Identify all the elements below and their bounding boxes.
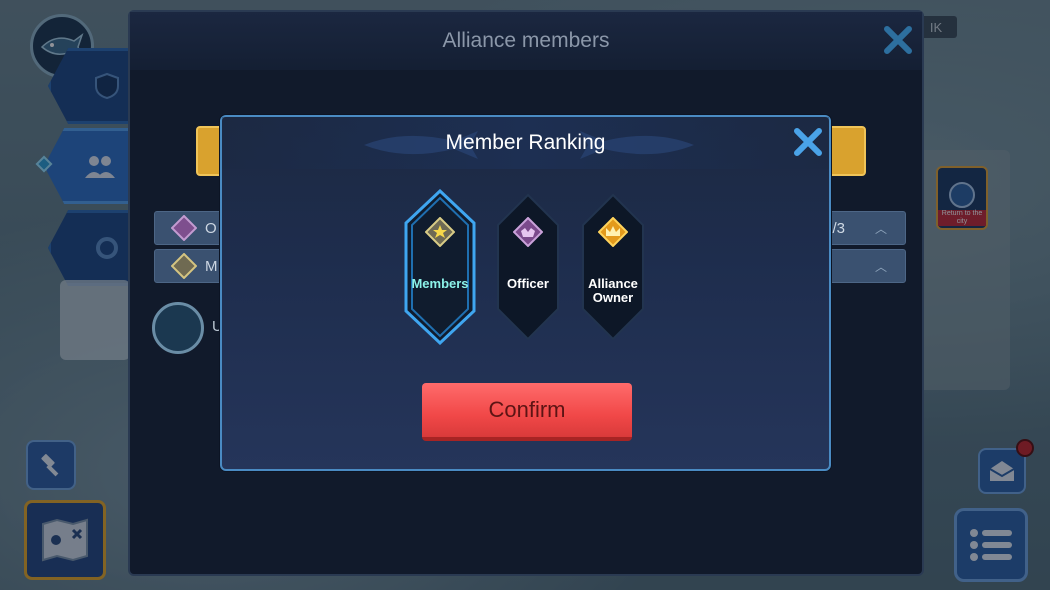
officer-rank-icon bbox=[171, 215, 197, 241]
ranking-modal-title: Member Ranking bbox=[445, 131, 606, 154]
ranking-modal-header: Member Ranking bbox=[222, 117, 829, 169]
star-rank-icon bbox=[171, 253, 197, 279]
hexagon-frame bbox=[497, 193, 559, 341]
officer-rank-icon bbox=[513, 217, 543, 247]
chevron-up-icon: ︿ bbox=[874, 259, 887, 274]
rank-option-label: Officer bbox=[507, 276, 549, 291]
row-label: O bbox=[205, 219, 217, 237]
gold-tab-right bbox=[826, 126, 866, 176]
alliance-window-title: Alliance members bbox=[442, 29, 610, 52]
rank-option-alliance-owner[interactable]: Alliance Owner bbox=[577, 189, 649, 345]
close-icon bbox=[794, 128, 822, 156]
member-ranking-modal: Member Ranking Members Officer Alliance … bbox=[220, 115, 831, 471]
alliance-window-header: Alliance members bbox=[130, 12, 922, 70]
rank-option-members[interactable]: Members bbox=[404, 189, 476, 345]
star-rank-icon bbox=[425, 217, 455, 247]
member-avatar[interactable] bbox=[152, 302, 204, 354]
ranking-close-button[interactable] bbox=[789, 123, 827, 161]
hexagon-frame bbox=[582, 193, 644, 341]
chevron-up-icon: ︿ bbox=[874, 221, 887, 236]
rank-option-label: Members bbox=[411, 276, 469, 291]
rank-option-label: Alliance Owner bbox=[588, 276, 638, 305]
crown-rank-icon bbox=[598, 217, 628, 247]
confirm-button[interactable]: Confirm bbox=[422, 383, 632, 441]
row-label: M bbox=[205, 257, 218, 275]
hexagon-frame bbox=[404, 189, 476, 345]
alliance-close-button[interactable] bbox=[878, 20, 918, 60]
rank-option-officer[interactable]: Officer bbox=[492, 189, 564, 345]
close-icon bbox=[884, 26, 912, 54]
